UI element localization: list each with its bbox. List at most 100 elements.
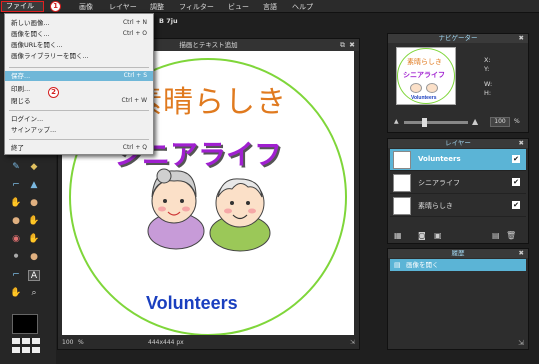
menu-item-label: 閉じる [11,97,31,105]
zoom-unit: % [78,339,84,346]
menu-image[interactable]: 画像 [79,2,93,12]
coord-w-label: W: [484,80,493,88]
history-header: 履歴 ✖ [388,249,528,258]
menu-new-image[interactable]: 新しい画像... Ctrl + N [5,18,153,28]
layer-style-icon[interactable]: ▣ [434,231,442,240]
menu-item-shortcut: Ctrl + O [122,30,147,37]
menu-separator [9,139,149,140]
hand-tool-icon[interactable]: ✋ [10,288,22,299]
menu-adjust[interactable]: 調整 [150,2,164,12]
menu-item-shortcut: Ctrl + N [122,19,147,26]
zoom-out-icon[interactable]: ▲ [394,118,399,125]
canvas-title-label: 描画とテキスト追加 [179,41,238,49]
thumb-illustration [410,83,440,93]
maximize-icon[interactable]: ⧉ [340,39,345,51]
zoom-slider-handle[interactable] [422,118,427,127]
history-item-label: 画像を開く [406,261,439,269]
menu-help[interactable]: ヘルプ [292,2,313,12]
layer-thumbnail [393,151,411,169]
layer-row[interactable]: Volunteers ✔ [390,149,526,171]
navigator-header: ナビゲーター ✖ [388,34,528,43]
menu-exit[interactable]: 終了 Ctrl + Q [5,143,153,153]
menu-item-label: 保存... [11,72,31,80]
layer-row[interactable]: シニアライフ ✔ [390,172,526,194]
eyedropper-tool-icon[interactable]: ⌐ [10,180,22,191]
delete-layer-icon[interactable]: 🗑 [506,231,516,240]
zoom-slider[interactable] [404,121,468,124]
clone-tool-icon[interactable]: ⚫ [10,252,22,263]
navigator-zoom-unit: % [514,118,520,125]
menu-open-library[interactable]: 画像ライブラリーを開く... [5,51,153,61]
menu-open-image[interactable]: 画像を開く... Ctrl + O [5,29,153,39]
file-dropdown-menu: 新しい画像... Ctrl + N 画像を開く... Ctrl + O 画像URLを… [4,13,154,155]
zoom-value[interactable]: 100 [62,337,73,349]
navigator-thumbnail[interactable]: 素晴らしき シニアライフ Volunteers [396,47,456,105]
sponge-tool-icon[interactable]: ● [28,198,40,209]
close-icon[interactable]: ✖ [349,39,355,51]
layer-name: Volunteers [418,155,461,163]
layer-thumbnail [393,174,411,192]
history-item-icon: ▤ [394,261,401,269]
menu-item-label: 終了 [11,144,24,152]
burn-tool-icon[interactable]: ✋ [28,216,40,227]
history-item[interactable]: ▤ 画像を開く [390,259,526,271]
zoom-tool-icon[interactable]: ⌕ [28,288,40,299]
navigator-title: ナビゲーター [438,34,478,42]
close-icon[interactable]: ✖ [519,34,524,43]
menu-save[interactable]: 保存... Ctrl + S [5,71,153,81]
redeye-tool-icon[interactable]: ◉ [10,234,22,245]
menu-file[interactable]: ファイル [1,1,44,12]
history-panel: 履歴 ✖ ▤ 画像を開く ⇲ [387,248,529,350]
heading-text: 素晴らしき [132,85,287,120]
menu-login[interactable]: ログイン... [5,114,153,124]
bloat-tool-icon[interactable]: ✋ [28,234,40,245]
menubar: ファイル 画像 レイヤー 調整 フィルター ビュー 言語 ヘルプ [0,0,539,13]
zoom-in-icon[interactable]: ▲ [472,117,478,126]
menu-language[interactable]: 言語 [263,2,277,12]
menu-open-url[interactable]: 画像URLを開く... [5,40,153,50]
new-layer-icon[interactable]: ▤ [492,231,500,240]
close-icon[interactable]: ✖ [519,139,524,148]
coord-y-label: Y: [484,65,490,73]
layer-row[interactable]: 素晴らしき ✔ [390,195,526,217]
text-tool-icon[interactable]: A [28,270,40,281]
foreground-color-swatch[interactable] [12,314,38,334]
menu-signup[interactable]: サインアップ... [5,125,153,135]
menu-layer[interactable]: レイヤー [109,2,137,12]
callout-1: 1 [50,1,61,12]
navigator-zoom-input[interactable]: 100 [490,117,510,127]
color-replace-tool-icon[interactable]: ⌐ [10,270,22,281]
menu-view[interactable]: ビュー [228,2,249,12]
dodge-tool-icon[interactable]: ● [10,216,22,227]
menu-filter[interactable]: フィルター [179,2,214,12]
layers-panel: レイヤー ✖ Volunteers ✔ シニアライフ ✔ 素晴らしき ✔ ▦ ◙ … [387,138,529,244]
menu-item-shortcut: Ctrl + S [123,72,147,79]
menu-print[interactable]: 印刷... [5,84,153,94]
menu-separator [9,67,149,68]
layer-visibility-checkbox[interactable]: ✔ [512,178,520,186]
grid-icon[interactable] [12,338,40,358]
pencil-tool-icon[interactable]: ✎ [10,162,22,173]
thumb-heading: 素晴らしき [407,58,442,66]
menu-item-label: 画像を開く... [11,30,50,38]
footer-text: Volunteers [146,293,238,313]
drop-tool-icon[interactable]: ▲ [28,180,40,191]
layer-settings-icon[interactable]: ▦ [394,231,402,240]
layer-visibility-checkbox[interactable]: ✔ [512,155,520,163]
resize-grip-icon[interactable]: ⇲ [518,339,524,347]
layer-name: シニアライフ [418,179,460,187]
smudge-tool-icon[interactable]: ✋ [10,198,22,209]
menu-item-label: 画像ライブラリーを開く... [11,52,89,60]
menu-item-label: ログイン... [11,115,44,123]
close-icon[interactable]: ✖ [519,249,524,258]
resize-grip-icon[interactable]: ⇲ [350,337,355,349]
menu-close[interactable]: 閉じる Ctrl + W [5,96,153,106]
pinch-tool-icon[interactable]: ● [28,252,40,263]
layer-mask-icon[interactable]: ◙ [418,231,426,240]
menu-separator [9,110,149,111]
bucket-tool-icon[interactable]: ◆ [28,162,40,173]
layer-visibility-checkbox[interactable]: ✔ [512,201,520,209]
layer-thumbnail [393,197,411,215]
menu-item-label: 新しい画像... [11,19,50,27]
menu-item-shortcut: Ctrl + W [121,97,147,104]
